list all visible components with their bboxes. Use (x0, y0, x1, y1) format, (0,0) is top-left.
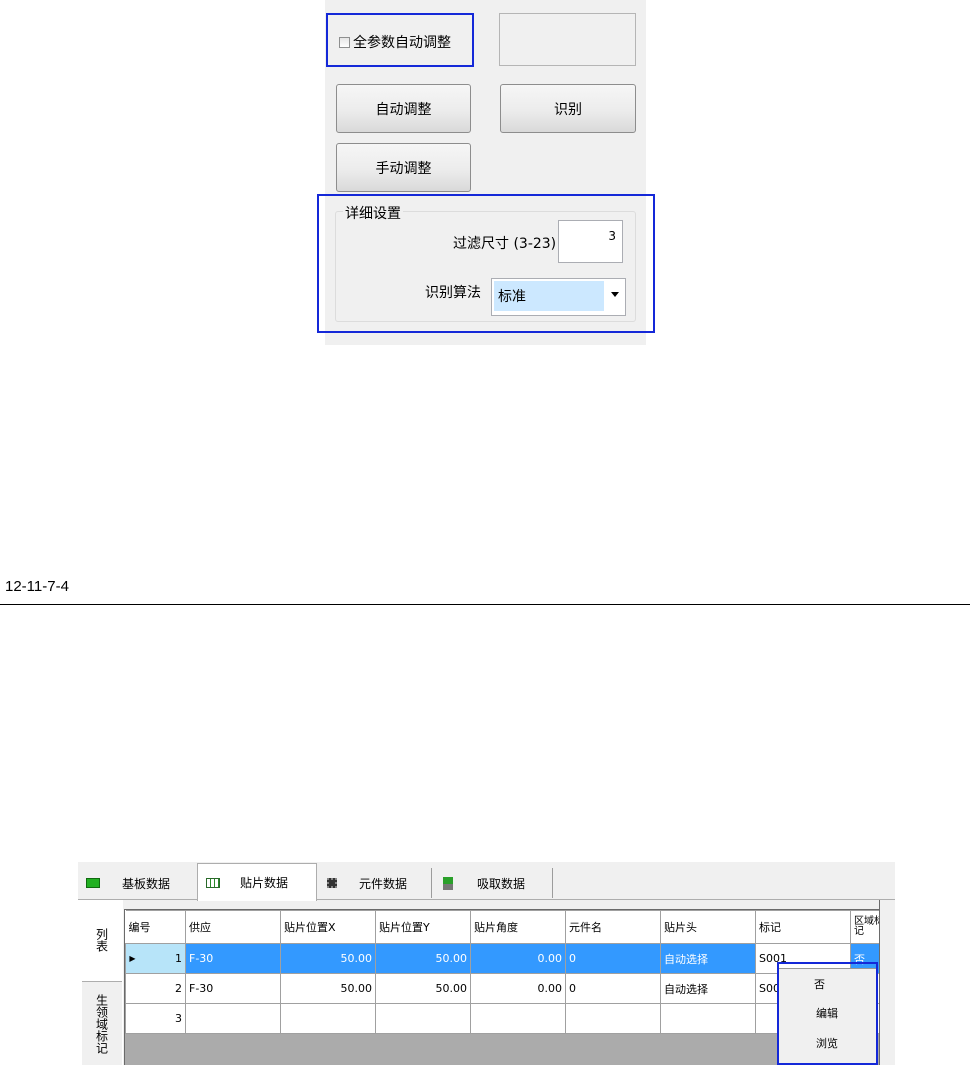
col-header-y[interactable]: 贴片位置Y (375, 910, 471, 944)
side-tab-strip: 列表 生领域标记 (78, 900, 123, 1065)
cell-head[interactable]: 自动选择 (660, 943, 756, 974)
tab-board-data-label: 基板数据 (122, 876, 171, 891)
row-no: 3 (138, 1003, 186, 1034)
highlight-context-menu-frame (777, 962, 878, 1065)
chip-icon (327, 878, 337, 888)
cell-part[interactable] (565, 1003, 661, 1034)
table-header-row: 编号 供应 贴片位置X 贴片位置Y 贴片角度 元件名 贴片头 标记 区域标记 (125, 910, 895, 944)
col-header-part[interactable]: 元件名 (565, 910, 661, 944)
cell-x[interactable] (280, 1003, 376, 1034)
cell-angle[interactable]: 0.00 (470, 943, 566, 974)
grid-empty-area (125, 1034, 880, 1065)
cell-feeder[interactable]: F-30 (185, 973, 281, 1004)
vertical-scrollbar[interactable] (879, 900, 895, 1065)
cell-angle[interactable] (470, 1003, 566, 1034)
tab-placement-data-label: 贴片数据 (240, 876, 289, 890)
placement-data-window: 基板数据 贴片数据 元件数据 吸取数据 列表 生领域标记 编号 供应 贴片位置X… (78, 862, 895, 1065)
manual-adjust-button[interactable]: 手动调整 (336, 143, 471, 192)
cell-x[interactable]: 50.00 (280, 973, 376, 1004)
tab-component-data-label: 元件数据 (359, 876, 408, 891)
highlight-checkbox-frame (326, 13, 474, 67)
auto-adjust-button[interactable]: 自动调整 (336, 84, 471, 133)
board-icon (86, 878, 100, 888)
tab-pickup-data[interactable]: 吸取数据 (432, 866, 553, 900)
cell-feeder[interactable] (185, 1003, 281, 1034)
grid-icon (206, 877, 220, 888)
side-tab-area-mark[interactable]: 生领域标记 (82, 981, 122, 1065)
tab-pickup-data-label: 吸取数据 (477, 876, 526, 891)
cell-y[interactable]: 50.00 (375, 943, 471, 974)
cell-y[interactable]: 50.00 (375, 973, 471, 1004)
cell-head[interactable]: 自动选择 (660, 973, 756, 1004)
figure-caption: 12-11-7-4 (5, 578, 69, 595)
tab-placement-data[interactable]: 贴片数据 (197, 863, 317, 901)
col-header-feeder[interactable]: 供应 (185, 910, 281, 944)
preview-box (499, 13, 636, 66)
cell-part[interactable]: 0 (565, 973, 661, 1004)
row-no: 2 (138, 973, 186, 1004)
col-header-angle[interactable]: 贴片角度 (470, 910, 566, 944)
cell-angle[interactable]: 0.00 (470, 973, 566, 1004)
side-tab-list[interactable]: 列表 (82, 900, 123, 979)
divider-line (0, 604, 970, 605)
cell-head[interactable] (660, 1003, 756, 1034)
col-header-x[interactable]: 贴片位置X (280, 910, 376, 944)
data-tab-strip: 基板数据 贴片数据 元件数据 吸取数据 (78, 862, 895, 901)
tab-board-data[interactable]: 基板数据 (86, 866, 198, 900)
col-header-mark[interactable]: 标记 (755, 910, 851, 944)
cell-x[interactable]: 50.00 (280, 943, 376, 974)
recognize-button[interactable]: 识别 (500, 84, 636, 133)
col-header-no: 编号 (125, 910, 186, 944)
placement-data-grid: 编号 供应 贴片位置X 贴片位置Y 贴片角度 元件名 贴片头 标记 区域标记 ▶… (124, 909, 895, 1065)
cell-part[interactable]: 0 (565, 943, 661, 974)
tab-component-data[interactable]: 元件数据 (317, 866, 432, 900)
nozzle-icon (443, 876, 453, 890)
highlight-detail-frame (317, 194, 655, 333)
col-header-head[interactable]: 贴片头 (660, 910, 756, 944)
cell-feeder[interactable]: F-30 (185, 943, 281, 974)
cell-y[interactable] (375, 1003, 471, 1034)
row-no: 1 (138, 943, 186, 974)
row-selector-icon[interactable]: ▶ (125, 943, 139, 974)
